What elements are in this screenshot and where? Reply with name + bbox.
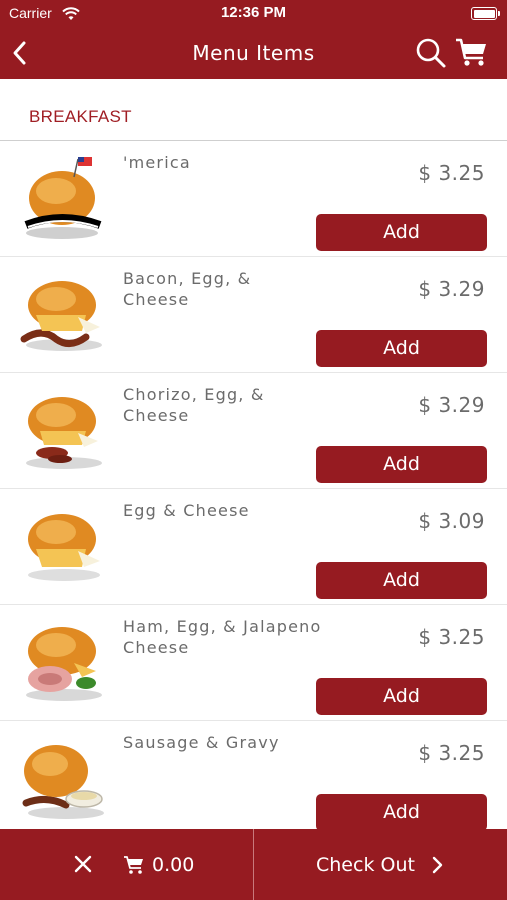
battery-icon (471, 7, 500, 20)
item-price: $ 3.25 (418, 741, 485, 765)
checkout-bar: 0.00 Check Out (0, 829, 507, 900)
menu-item-row[interactable]: Egg & Cheese $ 3.09 Add (0, 489, 507, 605)
cart-icon[interactable] (455, 37, 489, 69)
biscuit-ham-jalapeno-image (16, 617, 108, 707)
search-icon[interactable] (414, 36, 448, 70)
add-button[interactable]: Add (316, 562, 487, 599)
menu-item-list: 'merica $ 3.25 Add Bacon, Egg, & Cheese … (0, 141, 507, 837)
item-name: Chorizo, Egg, & Cheese (123, 385, 265, 425)
status-bar: Carrier 12:36 PM (0, 0, 507, 27)
biscuit-bacon-image (16, 269, 108, 359)
menu-item-row[interactable]: Ham, Egg, & Jalapeno Cheese $ 3.25 Add (0, 605, 507, 721)
menu-item-row[interactable]: Chorizo, Egg, & Cheese $ 3.29 Add (0, 373, 507, 489)
item-name: Bacon, Egg, & Cheese (123, 269, 252, 309)
item-price: $ 3.29 (418, 393, 485, 417)
cart-icon (123, 855, 145, 875)
biscuit-egg-cheese-image (16, 501, 108, 591)
item-name: Ham, Egg, & Jalapeno Cheese (123, 617, 322, 657)
close-icon[interactable] (72, 853, 94, 875)
cart-total: 0.00 (152, 854, 195, 876)
section-title: BREAKFAST (29, 107, 132, 126)
item-price: $ 3.25 (418, 625, 485, 649)
menu-item-row[interactable]: Bacon, Egg, & Cheese $ 3.29 Add (0, 257, 507, 373)
biscuit-flag-image (16, 153, 108, 243)
menu-item-row[interactable]: 'merica $ 3.25 Add (0, 141, 507, 257)
item-price: $ 3.09 (418, 509, 485, 533)
checkout-button[interactable]: Check Out (316, 854, 415, 876)
add-button[interactable]: Add (316, 330, 487, 367)
clock: 12:36 PM (220, 4, 287, 21)
item-name: Egg & Cheese (123, 501, 250, 520)
biscuit-chorizo-image (16, 385, 108, 475)
menu-item-row[interactable]: Sausage & Gravy $ 3.25 Add (0, 721, 507, 837)
add-button[interactable]: Add (316, 214, 487, 251)
biscuit-sausage-gravy-image (16, 733, 108, 823)
add-button[interactable]: Add (316, 794, 487, 831)
item-name: 'merica (123, 153, 191, 172)
navigation-bar: Menu Items (0, 27, 507, 79)
item-price: $ 3.25 (418, 161, 485, 185)
divider (253, 829, 254, 900)
add-button[interactable]: Add (316, 678, 487, 715)
section-header: BREAKFAST (0, 79, 507, 141)
chevron-right-icon[interactable] (431, 855, 445, 875)
add-button[interactable]: Add (316, 446, 487, 483)
item-name: Sausage & Gravy (123, 733, 280, 752)
item-price: $ 3.29 (418, 277, 485, 301)
